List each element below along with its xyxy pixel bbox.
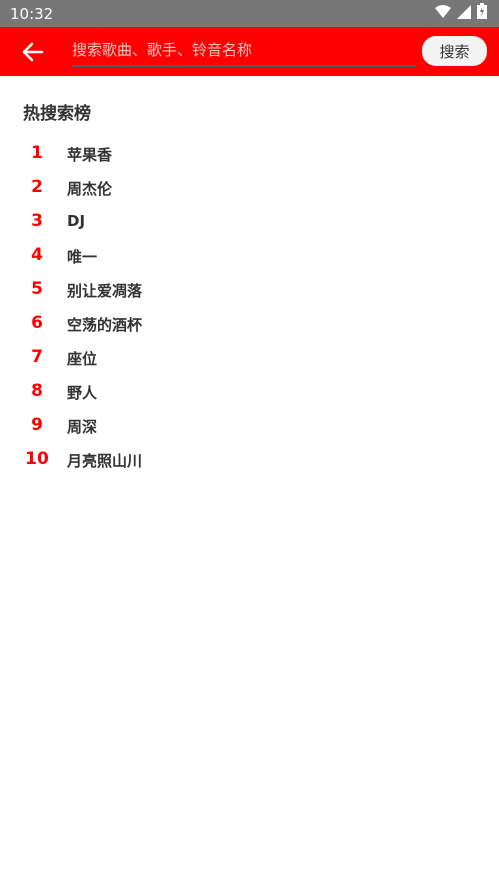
hot-search-rank: 9: [31, 415, 43, 435]
hot-search-text: 空荡的酒杯: [67, 316, 143, 334]
hot-search-item[interactable]: 6 空荡的酒杯: [0, 309, 499, 343]
hot-search-item[interactable]: 7 座位: [0, 343, 499, 377]
hot-search-rank: 5: [31, 279, 43, 299]
hot-search-item[interactable]: 9 周深: [0, 411, 499, 445]
signal-icon: [457, 4, 471, 23]
hot-search-text: 周深: [67, 418, 98, 436]
arrow-left-icon: [20, 42, 46, 69]
hot-search-text: 野人: [67, 384, 98, 402]
search-header: 搜索: [0, 27, 499, 76]
status-bar: 10:32: [0, 0, 499, 27]
hot-search-item[interactable]: 5 别让爱凋落: [0, 275, 499, 309]
hot-search-rank: 6: [31, 313, 43, 333]
hot-search-text: 苹果香: [67, 146, 113, 164]
hot-search-list: 1 苹果香 2 周杰伦 3 DJ 4 唯一 5 别让爱凋落 6 空荡的酒杯 7 …: [0, 139, 499, 479]
hot-search-item[interactable]: 2 周杰伦: [0, 173, 499, 207]
search-underline: [72, 65, 416, 67]
search-field: [72, 37, 416, 67]
search-button[interactable]: 搜索: [422, 36, 487, 66]
hot-search-item[interactable]: 4 唯一: [0, 241, 499, 275]
hot-search-rank: 2: [31, 177, 43, 197]
hot-search-text: 月亮照山川: [67, 452, 143, 470]
status-time: 10:32: [10, 5, 54, 23]
hot-search-rank: 7: [31, 347, 43, 367]
hot-search-rank: 8: [31, 381, 43, 401]
hot-search-rank: 4: [31, 245, 43, 265]
hot-search-item[interactable]: 3 DJ: [0, 207, 499, 241]
hot-search-text: 座位: [67, 350, 98, 368]
status-icons: [435, 3, 487, 23]
hot-search-text: 别让爱凋落: [67, 282, 143, 300]
hot-search-text: DJ: [67, 212, 86, 230]
search-input[interactable]: [72, 37, 416, 63]
wifi-icon: [435, 4, 451, 23]
back-button[interactable]: [20, 39, 46, 65]
hot-search-rank: 10: [25, 449, 49, 469]
hot-search-item[interactable]: 1 苹果香: [0, 139, 499, 173]
hot-search-item[interactable]: 10 月亮照山川: [0, 445, 499, 479]
hot-search-text: 周杰伦: [67, 180, 113, 198]
battery-icon: [477, 3, 487, 23]
hot-search-item[interactable]: 8 野人: [0, 377, 499, 411]
hot-search-rank: 1: [31, 143, 43, 163]
hot-search-text: 唯一: [67, 248, 98, 266]
hot-search-title: 热搜索榜: [23, 104, 91, 124]
hot-search-rank: 3: [31, 211, 43, 231]
